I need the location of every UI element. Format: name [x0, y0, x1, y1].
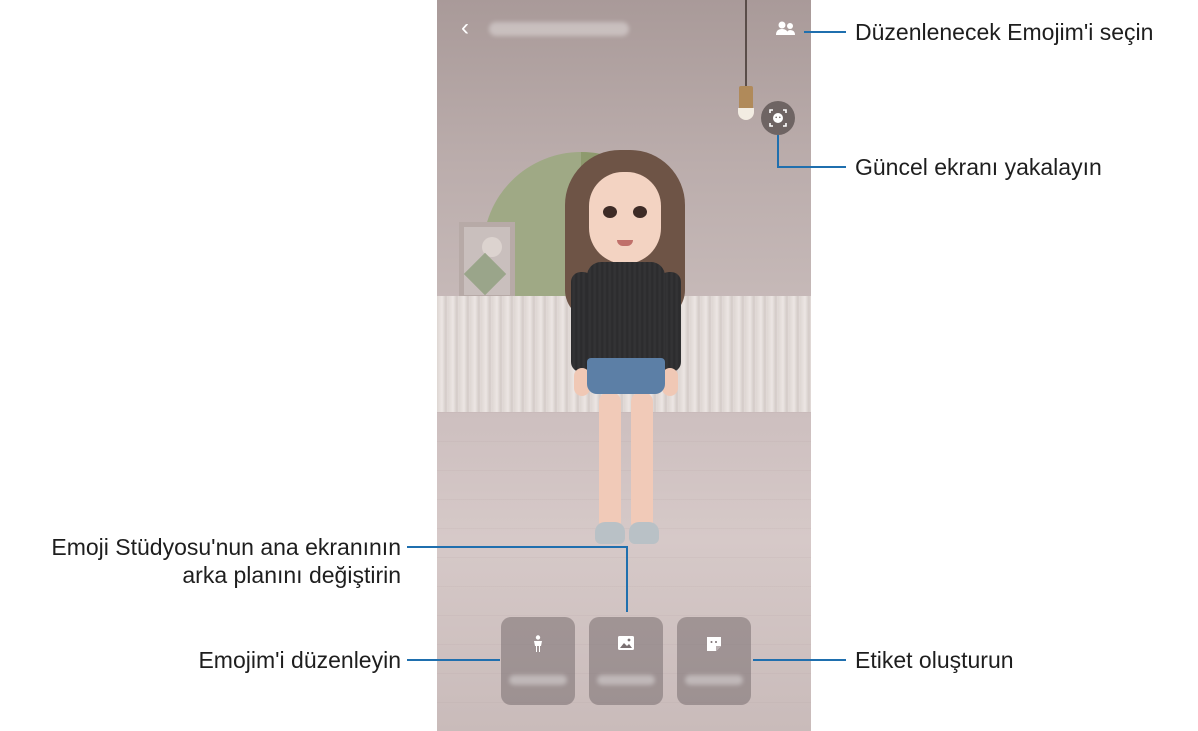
- avatar-leg: [599, 392, 621, 532]
- back-button[interactable]: ‹: [451, 14, 479, 42]
- callout-change-background-line2: arka planını değiştirin: [182, 562, 401, 588]
- screen-title-blurred: [489, 22, 629, 36]
- avatar-eye: [633, 206, 647, 218]
- edit-emoji-label-blurred: [509, 675, 567, 685]
- edit-emoji-button[interactable]: [501, 617, 575, 705]
- people-icon: [776, 21, 795, 35]
- callout-create-sticker: Etiket oluşturun: [855, 647, 1014, 673]
- sticker-label-blurred: [685, 675, 743, 685]
- create-sticker-button[interactable]: [677, 617, 751, 705]
- select-emoji-button[interactable]: [773, 16, 799, 42]
- callout-select-emoji: Düzenlenecek Emojim'i seçin: [855, 19, 1154, 45]
- image-icon: [618, 636, 634, 650]
- callout-edit-emoji: Emojim'i düzenleyin: [198, 647, 401, 673]
- avatar-shoe: [629, 522, 659, 544]
- callout-change-background-line1: Emoji Stüdyosu'nun ana ekranının: [51, 534, 401, 560]
- capture-screen-button[interactable]: [761, 101, 795, 135]
- avatar-sweater: [587, 262, 665, 362]
- person-icon: [534, 635, 542, 652]
- avatar-shoe: [595, 522, 625, 544]
- callout-capture-screen: Güncel ekranı yakalayın: [855, 154, 1102, 180]
- sticker-icon: [707, 637, 721, 651]
- avatar-leg: [631, 392, 653, 532]
- avatar-shorts: [587, 358, 665, 394]
- chevron-left-icon: ‹: [461, 14, 469, 41]
- avatar-eye: [603, 206, 617, 218]
- emoji-studio-screen: ‹: [437, 0, 811, 731]
- background-label-blurred: [597, 675, 655, 685]
- change-background-button[interactable]: [589, 617, 663, 705]
- avatar-face: [589, 172, 661, 264]
- capture-face-icon: [769, 109, 787, 127]
